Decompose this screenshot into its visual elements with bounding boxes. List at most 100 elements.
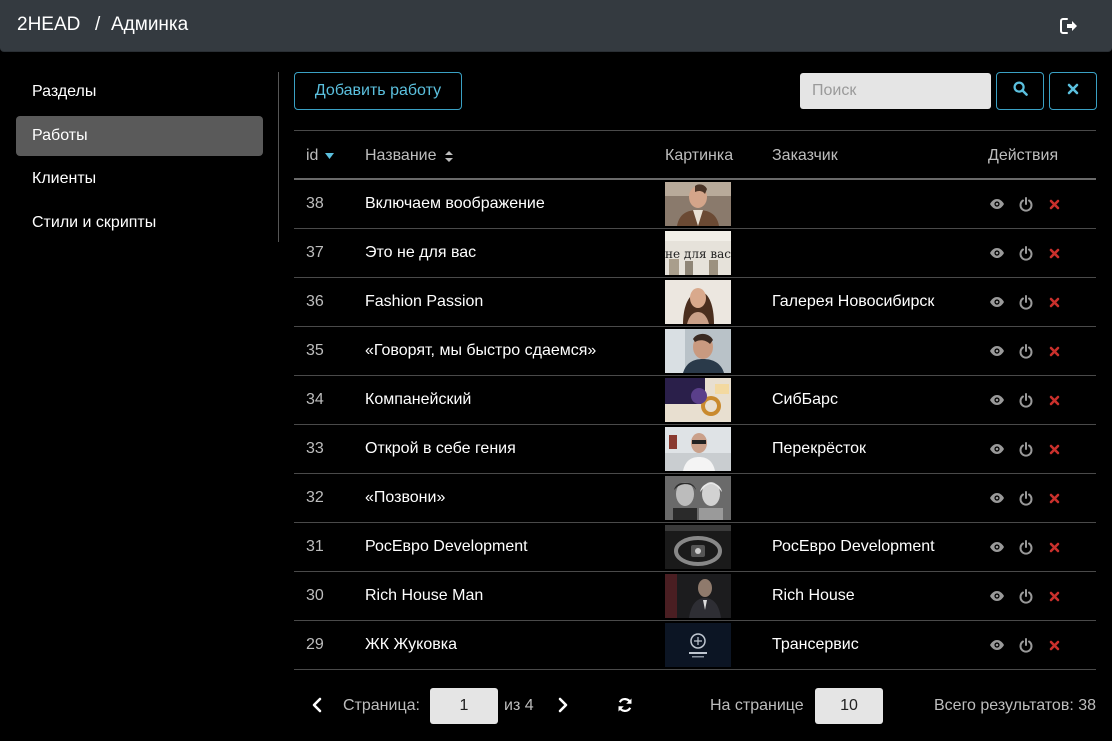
close-icon <box>1067 82 1079 100</box>
row-name: Открой в себе гения <box>365 440 516 457</box>
delete-icon[interactable] <box>1046 539 1063 556</box>
delete-icon[interactable] <box>1046 392 1063 409</box>
row-name: РосЕвро Development <box>365 538 528 555</box>
power-icon[interactable] <box>1017 490 1034 507</box>
power-icon[interactable] <box>1017 294 1034 311</box>
delete-icon[interactable] <box>1046 637 1063 654</box>
row-thumbnail <box>665 329 731 373</box>
row-name: Включаем воображение <box>365 195 545 212</box>
view-icon[interactable] <box>988 294 1005 311</box>
view-icon[interactable] <box>988 637 1005 654</box>
power-icon[interactable] <box>1017 637 1034 654</box>
view-icon[interactable] <box>988 441 1005 458</box>
row-actions <box>988 278 1063 326</box>
delete-icon[interactable] <box>1046 196 1063 213</box>
row-id: 35 <box>306 342 324 359</box>
works-table: id Название Картинка Заказчик Действия 3… <box>294 130 1096 670</box>
row-actions <box>988 621 1063 669</box>
table-header: id Название Картинка Заказчик Действия <box>294 130 1096 180</box>
add-work-button[interactable]: Добавить работу <box>294 72 462 110</box>
power-icon[interactable] <box>1017 539 1034 556</box>
delete-icon[interactable] <box>1046 441 1063 458</box>
row-thumbnail <box>665 525 731 569</box>
delete-icon[interactable] <box>1046 294 1063 311</box>
row-name: «Позвони» <box>365 489 446 506</box>
chevron-right-icon <box>558 697 568 718</box>
sign-out-icon[interactable] <box>1058 15 1080 37</box>
power-icon[interactable] <box>1017 588 1034 605</box>
total-results: Всего результатов: 38 <box>934 697 1096 714</box>
sort-desc-icon <box>325 153 335 159</box>
row-actions <box>988 474 1063 522</box>
delete-icon[interactable] <box>1046 588 1063 605</box>
delete-icon[interactable] <box>1046 490 1063 507</box>
row-id: 31 <box>306 538 324 555</box>
search-button[interactable] <box>996 72 1044 110</box>
search-input[interactable] <box>800 73 991 109</box>
delete-icon[interactable] <box>1046 343 1063 360</box>
row-thumbnail <box>665 280 731 324</box>
sidebar-item-styles-scripts[interactable]: Стили и скрипты <box>16 203 263 243</box>
row-id: 32 <box>306 489 324 506</box>
power-icon[interactable] <box>1017 441 1034 458</box>
column-header-id[interactable]: id <box>306 147 335 165</box>
row-id: 34 <box>306 391 324 408</box>
row-thumbnail <box>665 623 731 667</box>
row-actions <box>988 376 1063 424</box>
clear-search-button[interactable] <box>1049 72 1097 110</box>
row-actions <box>988 229 1063 277</box>
row-thumbnail <box>665 574 731 618</box>
row-client: Трансервис <box>772 636 859 653</box>
row-client: СибБарс <box>772 391 838 408</box>
column-header-actions: Действия <box>988 147 1059 164</box>
power-icon[interactable] <box>1017 196 1034 213</box>
refresh-button[interactable] <box>614 696 636 718</box>
table-row: 34 Компанейский СибБарс <box>294 376 1096 425</box>
sidebar-item-works[interactable]: Работы <box>16 115 263 156</box>
row-client: Rich House <box>772 587 855 604</box>
view-icon[interactable] <box>988 196 1005 213</box>
column-header-client: Заказчик <box>772 147 838 164</box>
power-icon[interactable] <box>1017 343 1034 360</box>
row-name: Rich House Man <box>365 587 484 604</box>
page-label: Страница: <box>343 697 420 714</box>
page-count-label: из 4 <box>504 697 534 714</box>
sidebar-item-sections[interactable]: Разделы <box>16 72 263 112</box>
pagination: Страница: из 4 На странице Всего результ… <box>294 688 1096 726</box>
column-header-name[interactable]: Название <box>365 147 453 165</box>
row-actions <box>988 180 1063 228</box>
refresh-icon <box>617 697 633 718</box>
row-thumbnail <box>665 378 731 422</box>
view-icon[interactable] <box>988 245 1005 262</box>
sidebar-item-clients[interactable]: Клиенты <box>16 159 263 199</box>
row-actions <box>988 572 1063 620</box>
search-icon <box>1012 81 1028 101</box>
table-row: 36 Fashion Passion Галерея Новосибирск <box>294 278 1096 327</box>
breadcrumb-current[interactable]: Админка <box>111 14 188 36</box>
table-row: 37 Это не для вас не для вас <box>294 229 1096 278</box>
row-actions <box>988 425 1063 473</box>
view-icon[interactable] <box>988 343 1005 360</box>
table-body: 38 Включаем воображение 37 Это не для вас не… <box>294 180 1096 670</box>
next-page-button[interactable] <box>552 696 574 718</box>
chevron-left-icon <box>312 697 322 718</box>
row-name: Компанейский <box>365 391 472 408</box>
brand-logo[interactable]: 2HEAD <box>17 14 80 36</box>
row-actions <box>988 327 1063 375</box>
row-actions <box>988 523 1063 571</box>
power-icon[interactable] <box>1017 392 1034 409</box>
row-name: Это не для вас <box>365 244 477 261</box>
view-icon[interactable] <box>988 392 1005 409</box>
power-icon[interactable] <box>1017 245 1034 262</box>
view-icon[interactable] <box>988 490 1005 507</box>
per-page-input[interactable] <box>815 688 883 724</box>
table-row: 38 Включаем воображение <box>294 180 1096 229</box>
table-row: 29 ЖК Жуковка Трансервис <box>294 621 1096 670</box>
delete-icon[interactable] <box>1046 245 1063 262</box>
svg-text:не для вас: не для вас <box>665 247 731 261</box>
prev-page-button[interactable] <box>306 696 328 718</box>
row-id: 38 <box>306 195 324 212</box>
view-icon[interactable] <box>988 588 1005 605</box>
view-icon[interactable] <box>988 539 1005 556</box>
page-number-input[interactable] <box>430 688 498 724</box>
